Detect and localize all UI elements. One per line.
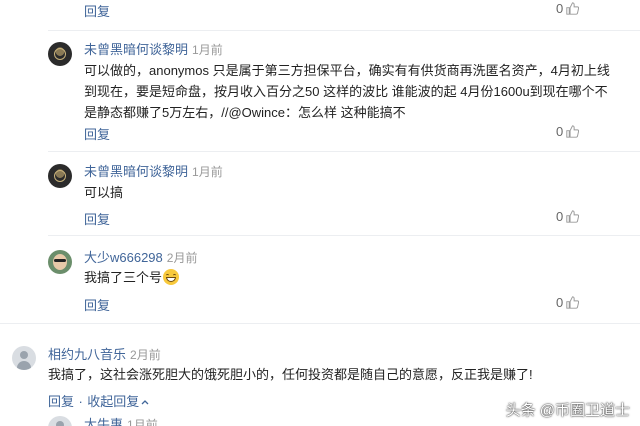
timestamp: 1月前 [192,165,223,179]
like-button[interactable]: 0 [556,1,580,18]
like-button[interactable]: 0 [556,295,580,312]
comment-line: 我搞了三个号 [84,270,163,285]
comment-item: 大少w666298 2月前 我搞了三个号 回复 0 [0,242,640,314]
timestamp: 1月前 [192,43,223,57]
watermark-text: 头条 @币圈卫道士 [505,402,630,419]
avatar[interactable] [48,42,72,66]
comment-header: 相约九八音乐 2月前 [48,344,161,364]
comment-line: 可以做的，anonymos 只是属于第三方担保平台，确实有有供货商再洗匿名资产，… [84,63,610,78]
divider [48,235,640,236]
collapse-replies-link[interactable]: 收起回复 [87,394,149,409]
divider [0,323,640,324]
like-count: 0 [556,295,564,310]
username-link[interactable]: 相约九八音乐 [48,347,126,362]
like-button[interactable]: 0 [556,209,580,226]
comment-item: 回复 0 [0,0,640,20]
comment-line: 是静态都赚了5万左右，//@Owince：怎么样 这种能搞不 [84,105,406,120]
comment-text: 我搞了，这社会涨死胆大的饿死胆小的，任何投资都是随自己的意愿，反正我是赚了! [48,364,533,385]
like-count: 0 [556,1,564,16]
comment-line: 我搞了，这社会涨死胆大的饿死胆小的，任何投资都是随自己的意愿，反正我是赚了! [48,367,533,382]
username-link[interactable]: 大少w666298 [84,250,163,265]
comment-header: 未曾黑暗何谈黎明 1月前 [84,39,223,59]
chevron-up-icon [141,393,149,408]
username-link[interactable]: 未曾黑暗何谈黎明 [84,42,188,57]
comment-text: 可以做的，anonymos 只是属于第三方担保平台，确实有有供货商再洗匿名资产，… [84,60,610,123]
reply-link[interactable]: 回复 [84,209,110,228]
avatar[interactable] [48,416,72,426]
comment-text: 我搞了三个号 [84,267,180,288]
thumbs-up-icon [566,296,580,312]
collapse-label: 收起回复 [87,394,140,409]
comment-text: 可以搞 [84,182,123,203]
divider [48,151,640,152]
username-link[interactable]: 未曾黑暗何谈黎明 [84,164,188,179]
avatar[interactable] [12,346,36,370]
like-count: 0 [556,209,564,224]
reply-link[interactable]: 回复 [84,295,110,314]
comment-line: 可以搞 [84,185,124,200]
thumbs-up-icon [566,125,580,141]
timestamp: 2月前 [166,251,198,265]
grinning-emoji-icon [163,269,180,285]
thumbs-up-icon [566,210,580,226]
comment-item: 未曾黑暗何谈黎明 1月前 可以搞 回复 0 [0,158,640,228]
comment-item: 未曾黑暗何谈黎明 1月前 可以做的，anonymos 只是属于第三方担保平台，确实… [0,36,640,146]
comment-header: 未曾黑暗何谈黎明 1月前 [84,161,223,181]
reply-link[interactable]: 回复 [48,394,74,409]
avatar[interactable] [48,164,72,188]
comment-actions: 回复 · 收起回复 [48,391,149,411]
avatar[interactable] [48,250,72,274]
reply-link[interactable]: 回复 [84,1,110,20]
like-count: 0 [556,124,564,139]
action-separator: · [78,394,83,409]
timestamp: 1月前 [127,418,158,426]
username-link[interactable]: 大牛惠 [84,417,123,426]
thumbs-up-icon [566,2,580,18]
comment-line: 到现在，要是短命盘，按月收入百分之50 这样的波比 谁能波的起 4月份1600u… [84,84,608,99]
timestamp: 2月前 [130,348,161,362]
divider [48,30,640,31]
reply-link[interactable]: 回复 [84,124,110,143]
comment-header: 大牛惠 1月前 [84,414,158,426]
like-button[interactable]: 0 [556,124,580,141]
comment-header: 大少w666298 2月前 [84,247,197,267]
